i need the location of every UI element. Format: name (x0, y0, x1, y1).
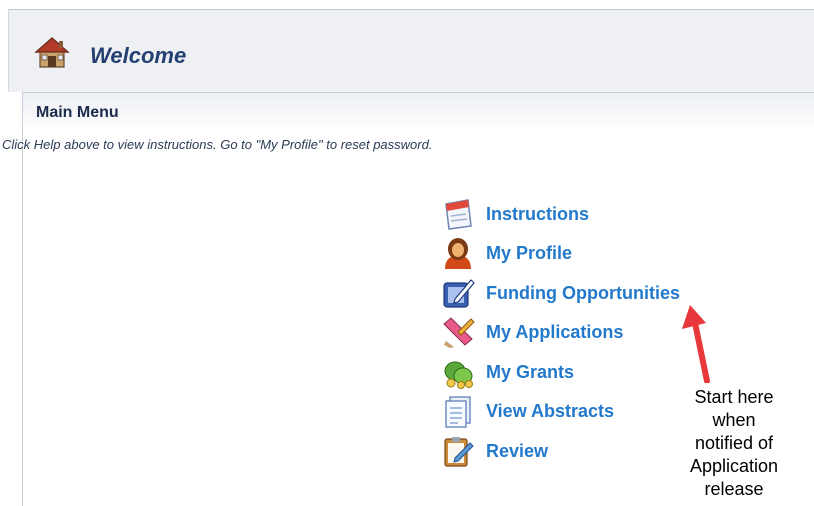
welcome-header: Welcome (8, 9, 814, 92)
grants-icon (444, 361, 473, 389)
abstracts-icon (445, 396, 471, 428)
menu-label-instructions[interactable]: Instructions (486, 204, 589, 225)
menu-label-funding-opportunities[interactable]: Funding Opportunities (486, 283, 680, 304)
page-title: Welcome (90, 43, 187, 68)
annotation-line: release (704, 479, 764, 499)
annotation-arrow-icon (682, 305, 710, 383)
applications-icon (443, 317, 475, 348)
funding-opportunities-icon (443, 279, 475, 308)
profile-icon (445, 238, 471, 269)
help-instructions-text: Click Help above to view instructions. G… (2, 137, 433, 152)
menu-label-review[interactable]: Review (486, 441, 548, 462)
review-icon (444, 437, 474, 467)
panel-header: Main Menu (23, 92, 814, 131)
annotation-line: when (712, 410, 756, 430)
menu-label-view-abstracts[interactable]: View Abstracts (486, 401, 614, 422)
annotation-line: Application (689, 456, 779, 476)
menu-item-instructions[interactable]: Instructions (441, 197, 741, 231)
annotation-line: Start here (694, 387, 774, 407)
instructions-icon (445, 199, 472, 230)
annotation-line: notified of (694, 433, 774, 453)
home-icon (34, 37, 70, 68)
menu-label-my-applications[interactable]: My Applications (486, 322, 623, 343)
menu-item-my-profile[interactable]: My Profile (441, 236, 741, 270)
annotation-note: Start here when notified of Application … (664, 386, 804, 501)
menu-label-my-profile[interactable]: My Profile (486, 243, 572, 264)
menu-label-my-grants[interactable]: My Grants (486, 362, 574, 383)
panel-title: Main Menu (36, 104, 119, 121)
